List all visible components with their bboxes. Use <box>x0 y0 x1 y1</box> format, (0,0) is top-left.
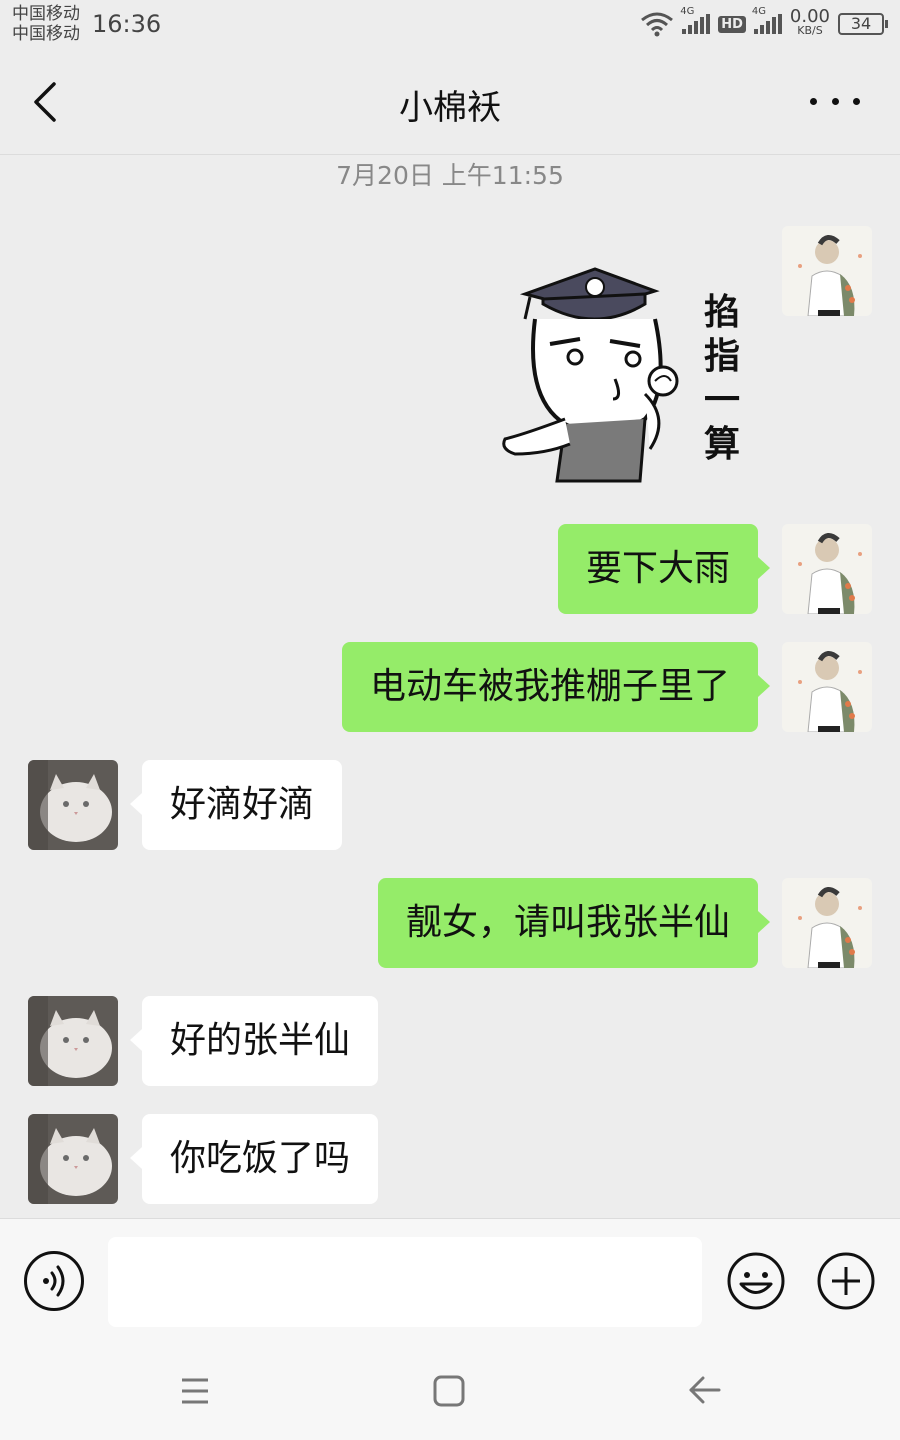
back-arrow-icon <box>689 1376 721 1404</box>
contact-avatar[interactable] <box>28 996 118 1086</box>
message-bubble-received[interactable]: 好的张半仙 <box>129 996 379 1086</box>
message-bubble-sent[interactable]: 要下大雨 <box>557 524 771 614</box>
sticker-caption: 掐指一算 <box>703 292 740 465</box>
my-avatar[interactable] <box>782 524 872 614</box>
message-bubble-received[interactable]: 好滴好滴 <box>129 760 343 850</box>
emoji-icon <box>727 1252 785 1310</box>
more-dots-icon <box>810 97 817 105</box>
message-list[interactable]: 7月20日 上午11:55 掐指一算 要下大雨 电动车被我推棚子里了 好滴好滴 … <box>0 156 900 1218</box>
chat-title: 小棉袄 <box>399 88 501 128</box>
my-avatar[interactable] <box>782 642 872 732</box>
network-speed: 0.00 KB/S <box>789 6 830 38</box>
message-timestamp: 7月20日 上午11:55 <box>336 161 564 190</box>
status-time: 16:36 <box>92 10 162 38</box>
message-input-bar <box>0 1218 900 1340</box>
carrier-info: 中国移动 中国移动 <box>12 4 80 44</box>
home-button[interactable] <box>432 1374 466 1408</box>
system-back-button[interactable] <box>685 1372 723 1408</box>
signal-icon-2: 4G <box>752 6 782 34</box>
battery-icon: 34 <box>838 13 888 35</box>
status-indicators: 4G HD 4G 0.00 KB/S 34 <box>640 6 888 40</box>
status-bar: 中国移动 中国移动 16:36 4G HD 4G 0.00 KB/S 34 <box>0 0 900 50</box>
hd-badge: HD <box>718 15 746 33</box>
network-type-2: 4G <box>751 6 767 17</box>
message-input[interactable] <box>108 1237 702 1327</box>
chat-header: 小棉袄 <box>0 50 900 155</box>
system-nav-bar <box>0 1340 900 1440</box>
my-avatar[interactable] <box>782 878 872 968</box>
recent-apps-button[interactable] <box>176 1374 214 1408</box>
voice-icon <box>43 1265 65 1297</box>
wifi-icon <box>641 12 674 37</box>
message-bubble-received[interactable]: 你吃饭了吗 <box>129 1114 379 1204</box>
voice-button[interactable] <box>24 1251 84 1311</box>
more-options-button[interactable] <box>810 86 860 116</box>
signal-icon-1: 4G <box>680 6 711 34</box>
home-icon <box>433 1375 465 1407</box>
speed-unit: KB/S <box>797 24 823 37</box>
message-bubble-sent[interactable]: 靓女，请叫我张半仙 <box>377 878 771 968</box>
contact-avatar[interactable] <box>28 1114 118 1204</box>
speed-value: 0.00 <box>789 6 830 27</box>
network-type-1: 4G <box>680 6 695 17</box>
more-functions-button[interactable] <box>816 1251 876 1311</box>
carrier-1: 中国移动 <box>12 4 80 24</box>
my-avatar[interactable] <box>782 226 872 316</box>
carrier-2: 中国移动 <box>12 24 80 44</box>
contact-avatar[interactable] <box>28 760 118 850</box>
emoji-button[interactable] <box>726 1251 786 1311</box>
message-bubble-sent[interactable]: 电动车被我推棚子里了 <box>341 642 771 732</box>
menu-icon <box>182 1378 208 1404</box>
plus-icon <box>817 1252 875 1310</box>
